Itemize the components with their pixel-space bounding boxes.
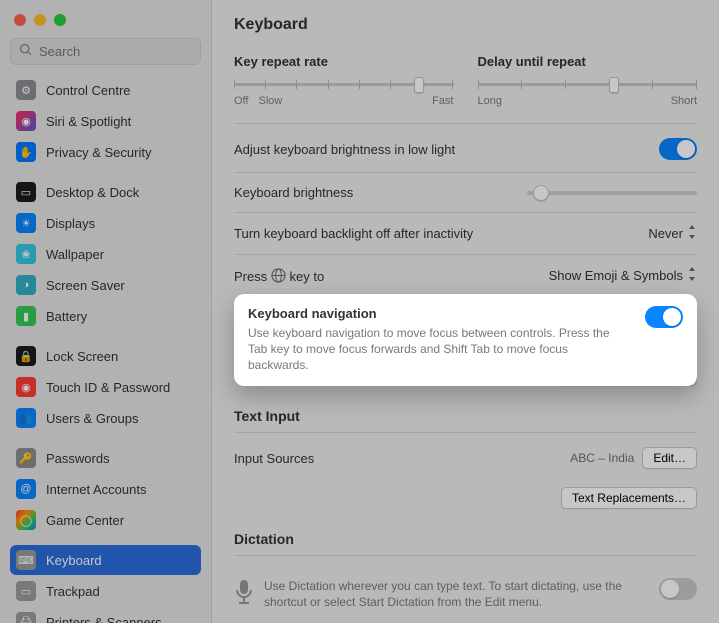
- sidebar-item-label: Battery: [46, 309, 87, 324]
- sidebar-item-wallpaper[interactable]: ❀ Wallpaper: [10, 239, 201, 269]
- dictation-header: Dictation: [234, 531, 697, 547]
- key-repeat-mid-label: Slow: [258, 95, 282, 107]
- key-repeat-slider[interactable]: [234, 75, 454, 93]
- sidebar-icon: 👥: [16, 408, 36, 428]
- window-controls: [14, 14, 201, 26]
- sidebar-icon: 🔒: [16, 346, 36, 366]
- backlight-off-select[interactable]: Never: [648, 225, 697, 242]
- dictation-toggle[interactable]: [659, 578, 697, 600]
- search-icon: [19, 43, 39, 60]
- sidebar-item-label: Printers & Scanners: [46, 615, 162, 623]
- delay-repeat-label: Delay until repeat: [478, 54, 698, 69]
- sidebar-item-screen-saver[interactable]: ◑ Screen Saver: [10, 270, 201, 300]
- sidebar-icon: ◯: [16, 510, 36, 530]
- dictation-desc: Use Dictation wherever you can type text…: [264, 578, 649, 610]
- keyboard-navigation-desc: Use keyboard navigation to move focus be…: [248, 325, 631, 374]
- sidebar-item-label: Game Center: [46, 513, 124, 528]
- sidebar-item-label: Desktop & Dock: [46, 185, 139, 200]
- microphone-icon: [234, 578, 254, 602]
- sidebar-item-label: Privacy & Security: [46, 145, 151, 160]
- search-field[interactable]: [10, 38, 201, 65]
- sidebar-item-keyboard[interactable]: ⌨ Keyboard: [10, 545, 201, 575]
- sidebar-item-game-center[interactable]: ◯ Game Center: [10, 505, 201, 535]
- sidebar-item-label: Touch ID & Password: [46, 380, 170, 395]
- globe-key-label: Press key to: [234, 268, 324, 284]
- sidebar-item-touch-id-password[interactable]: ◉ Touch ID & Password: [10, 372, 201, 402]
- sidebar-icon: ⚙: [16, 80, 36, 100]
- sidebar-item-label: Trackpad: [46, 584, 100, 599]
- delay-repeat-slider[interactable]: [478, 75, 698, 93]
- input-sources-label: Input Sources: [234, 451, 314, 466]
- sidebar-icon: ✋: [16, 142, 36, 162]
- chevron-updown-icon: [687, 225, 697, 242]
- text-replacements-button[interactable]: Text Replacements…: [561, 487, 697, 509]
- globe-key-value: Show Emoji & Symbols: [549, 268, 683, 283]
- sidebar-item-label: Passwords: [46, 451, 110, 466]
- sidebar-item-privacy-security[interactable]: ✋ Privacy & Security: [10, 137, 201, 167]
- delay-max-label: Short: [671, 95, 697, 107]
- sidebar-item-lock-screen[interactable]: 🔒 Lock Screen: [10, 341, 201, 371]
- brightness-slider[interactable]: [527, 191, 697, 195]
- sidebar-item-label: Internet Accounts: [46, 482, 146, 497]
- sidebar-item-control-centre[interactable]: ⚙ Control Centre: [10, 75, 201, 105]
- sidebar-icon: ◑: [16, 275, 36, 295]
- backlight-off-label: Turn keyboard backlight off after inacti…: [234, 226, 473, 241]
- backlight-off-value: Never: [648, 226, 683, 241]
- sidebar-item-label: Keyboard: [46, 553, 102, 568]
- sidebar-icon: ▮: [16, 306, 36, 326]
- keyboard-navigation-title: Keyboard navigation: [248, 306, 631, 321]
- auto-brightness-toggle[interactable]: [659, 138, 697, 160]
- fullscreen-window-button[interactable]: [54, 14, 66, 26]
- sidebar-item-trackpad[interactable]: ▭ Trackpad: [10, 576, 201, 606]
- sidebar-icon: ◉: [16, 111, 36, 131]
- sidebar-icon: @: [16, 479, 36, 499]
- sidebar-item-label: Control Centre: [46, 83, 131, 98]
- sidebar-item-printers-scanners[interactable]: 🖨 Printers & Scanners: [10, 607, 201, 623]
- search-input[interactable]: [39, 44, 192, 59]
- globe-icon: [271, 268, 286, 283]
- brightness-label: Keyboard brightness: [234, 185, 353, 200]
- sidebar-icon: ◉: [16, 377, 36, 397]
- text-input-header: Text Input: [234, 408, 697, 424]
- minimize-window-button[interactable]: [34, 14, 46, 26]
- sidebar-icon: ☀: [16, 213, 36, 233]
- key-repeat-label: Key repeat rate: [234, 54, 454, 69]
- close-window-button[interactable]: [14, 14, 26, 26]
- sidebar-icon: ❀: [16, 244, 36, 264]
- sidebar-item-label: Siri & Spotlight: [46, 114, 131, 129]
- sidebar-item-label: Displays: [46, 216, 95, 231]
- sidebar-item-displays[interactable]: ☀ Displays: [10, 208, 201, 238]
- sidebar-icon: ▭: [16, 182, 36, 202]
- delay-min-label: Long: [478, 95, 502, 107]
- sidebar-item-label: Wallpaper: [46, 247, 104, 262]
- chevron-updown-icon: [687, 267, 697, 284]
- sidebar-item-users-groups[interactable]: 👥 Users & Groups: [10, 403, 201, 433]
- globe-key-select[interactable]: Show Emoji & Symbols: [549, 267, 697, 284]
- sidebar-item-label: Lock Screen: [46, 349, 118, 364]
- key-repeat-max-label: Fast: [432, 95, 453, 107]
- auto-brightness-label: Adjust keyboard brightness in low light: [234, 142, 455, 157]
- sidebar-item-battery[interactable]: ▮ Battery: [10, 301, 201, 331]
- page-title: Keyboard: [234, 16, 697, 34]
- sidebar-icon: ▭: [16, 581, 36, 601]
- sidebar-icon: 🖨: [16, 612, 36, 623]
- sidebar-item-label: Users & Groups: [46, 411, 138, 426]
- keyboard-navigation-toggle[interactable]: [645, 306, 683, 328]
- sidebar-icon: ⌨: [16, 550, 36, 570]
- keyboard-navigation-card: Keyboard navigation Use keyboard navigat…: [234, 294, 697, 386]
- sidebar-item-label: Screen Saver: [46, 278, 125, 293]
- sidebar-item-siri-spotlight[interactable]: ◉ Siri & Spotlight: [10, 106, 201, 136]
- sidebar-icon: 🔑: [16, 448, 36, 468]
- sidebar-item-passwords[interactable]: 🔑 Passwords: [10, 443, 201, 473]
- input-sources-edit-button[interactable]: Edit…: [642, 447, 697, 469]
- sidebar-item-desktop-dock[interactable]: ▭ Desktop & Dock: [10, 177, 201, 207]
- sidebar-item-internet-accounts[interactable]: @ Internet Accounts: [10, 474, 201, 504]
- key-repeat-min-label: Off: [234, 95, 248, 107]
- input-sources-value: ABC – India: [570, 451, 634, 465]
- sidebar: ⚙ Control Centre ◉ Siri & Spotlight ✋ Privacy…: [0, 0, 212, 623]
